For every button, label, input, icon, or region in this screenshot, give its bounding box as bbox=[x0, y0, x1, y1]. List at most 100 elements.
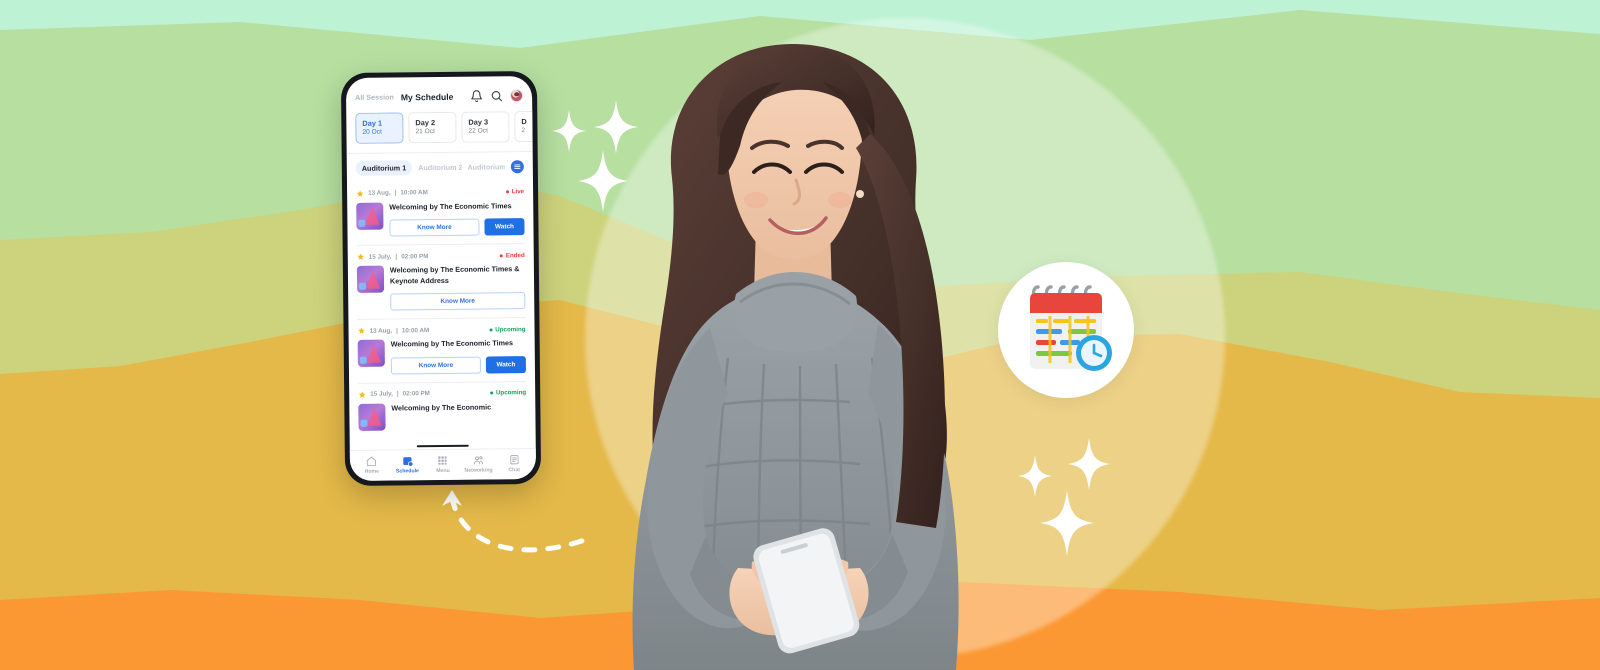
session-card[interactable]: 15 July, | 02:00 PM Ended Welcoming by T… bbox=[356, 244, 526, 321]
calendar-badge bbox=[998, 262, 1134, 398]
networking-people-icon bbox=[473, 455, 484, 466]
chat-icon bbox=[509, 454, 520, 465]
session-thumbnail bbox=[356, 265, 385, 294]
status-badge: Ended bbox=[499, 251, 525, 260]
status-label: Live bbox=[511, 188, 525, 196]
watch-button[interactable]: Watch bbox=[485, 355, 526, 374]
status-badge: Upcoming bbox=[489, 325, 526, 334]
session-date: 13 Aug, bbox=[368, 189, 391, 198]
calendar-schedule-icon bbox=[1030, 285, 1112, 371]
session-actions: Know More Watch bbox=[390, 355, 526, 375]
day-name: Day 1 bbox=[362, 118, 383, 128]
day-date: 22 Oct bbox=[468, 127, 488, 135]
session-meta-row: 15 July, | 02:00 PM Ended bbox=[357, 251, 525, 261]
nav-item-home[interactable]: Home bbox=[354, 456, 390, 475]
session-body: Welcoming by The Economic Times & Keynot… bbox=[356, 264, 526, 311]
tab-all-session[interactable]: All Session bbox=[355, 92, 394, 101]
day-card-2[interactable]: Day 2 21 Oct bbox=[408, 111, 457, 144]
session-list[interactable]: 13 Aug, | 10:00 AM Live Welcoming by The… bbox=[347, 181, 536, 443]
day-name: Day 2 bbox=[415, 118, 436, 128]
session-separator: | bbox=[396, 390, 399, 398]
day-selector[interactable]: Day 1 20 Oct Day 2 21 Oct Day 3 22 Oct D… bbox=[346, 111, 533, 144]
nav-label: Menu bbox=[436, 467, 450, 475]
schedule-icon bbox=[402, 455, 413, 467]
session-time: 02:00 PM bbox=[401, 252, 429, 261]
person-holding-phone bbox=[560, 28, 1030, 670]
status-dot bbox=[489, 391, 493, 395]
sparkle-icon bbox=[1068, 438, 1110, 490]
status-label: Ended bbox=[505, 251, 525, 260]
status-label: Upcoming bbox=[495, 389, 527, 397]
bottom-navigation: Home Schedule Menu Networking Chat bbox=[349, 448, 537, 481]
banner-stage: All Session My Schedule Day 1 20 Oct Day… bbox=[0, 0, 1600, 670]
status-badge: Upcoming bbox=[489, 389, 527, 397]
tab-my-schedule[interactable]: My Schedule bbox=[401, 91, 454, 102]
status-dot bbox=[489, 328, 493, 332]
phone-mockup: All Session My Schedule Day 1 20 Oct Day… bbox=[340, 70, 542, 487]
status-label: Upcoming bbox=[495, 325, 526, 334]
sparkle-icon bbox=[1040, 490, 1094, 556]
nav-label: Chat bbox=[508, 467, 520, 474]
session-card[interactable]: 13 Aug, | 10:00 AM Upcoming Welcoming by… bbox=[357, 318, 527, 384]
know-more-button[interactable]: Know More bbox=[390, 356, 481, 375]
nav-item-schedule[interactable]: Schedule bbox=[389, 455, 425, 474]
status-dot bbox=[505, 190, 509, 194]
session-time: 02:00 PM bbox=[402, 390, 430, 398]
session-body: Welcoming by The Economic Times Know Mor… bbox=[357, 338, 526, 375]
session-title: Welcoming by The Economic bbox=[391, 402, 492, 413]
day-date: 2 bbox=[521, 127, 526, 135]
session-card[interactable]: 15 July, | 02:00 PM Upcoming Welcoming b… bbox=[358, 382, 527, 439]
nav-label: Networking bbox=[464, 467, 493, 474]
day-date: 20 Oct bbox=[362, 128, 382, 136]
know-more-button[interactable]: Know More bbox=[390, 292, 526, 311]
session-actions: Know More bbox=[390, 292, 526, 311]
session-card[interactable]: 13 Aug, | 10:00 AM Live Welcoming by The… bbox=[355, 181, 525, 247]
session-separator: | bbox=[395, 253, 398, 261]
session-thumbnail bbox=[356, 202, 384, 230]
star-icon[interactable] bbox=[357, 253, 365, 261]
session-separator: | bbox=[396, 327, 398, 335]
nav-label: Schedule bbox=[395, 468, 419, 475]
search-icon[interactable] bbox=[490, 89, 503, 102]
session-title: Welcoming by The Economic Times bbox=[390, 338, 514, 349]
day-card-1[interactable]: Day 1 20 Oct bbox=[355, 112, 404, 144]
bell-icon[interactable] bbox=[470, 90, 483, 103]
session-body: Welcoming by The Economic Times Know Mor… bbox=[356, 201, 525, 237]
session-separator: | bbox=[394, 189, 397, 197]
session-time: 10:00 AM bbox=[401, 326, 430, 335]
session-title: Welcoming by The Economic Times & Keynot… bbox=[389, 264, 520, 286]
tab-auditorium-2[interactable]: Auditorium 2 bbox=[418, 163, 461, 172]
day-card-3[interactable]: Day 3 22 Oct bbox=[461, 111, 510, 143]
nav-item-networking[interactable]: Networking bbox=[461, 454, 497, 474]
session-date: 15 July, bbox=[370, 390, 393, 398]
status-dot bbox=[499, 254, 503, 258]
session-thumbnail bbox=[358, 403, 386, 431]
session-date: 15 July, bbox=[368, 253, 392, 261]
star-icon[interactable] bbox=[358, 327, 366, 335]
session-date: 13 Aug, bbox=[369, 327, 393, 335]
filter-list-icon[interactable] bbox=[510, 160, 524, 174]
grid-menu-icon bbox=[437, 455, 448, 466]
watch-button[interactable]: Watch bbox=[484, 218, 525, 236]
session-meta-row: 13 Aug, | 10:00 AM Upcoming bbox=[358, 325, 526, 335]
day-name: Day 3 bbox=[468, 117, 489, 127]
user-avatar[interactable] bbox=[510, 89, 524, 103]
home-icon bbox=[366, 456, 377, 467]
day-card-4[interactable]: D 2 bbox=[514, 111, 533, 143]
session-meta-row: 15 July, | 02:00 PM Upcoming bbox=[358, 389, 526, 399]
auditorium-tabs: Auditorium 1 Auditorium 2 Auditorium bbox=[347, 152, 533, 183]
session-time: 10:00 AM bbox=[400, 189, 428, 197]
session-title: Welcoming by The Economic Times bbox=[389, 201, 512, 212]
star-icon[interactable] bbox=[358, 390, 366, 398]
nav-item-chat[interactable]: Chat bbox=[496, 454, 532, 473]
know-more-button[interactable]: Know More bbox=[389, 218, 480, 237]
nav-item-menu[interactable]: Menu bbox=[425, 455, 461, 474]
session-actions: Know More Watch bbox=[389, 218, 525, 237]
tab-auditorium-3[interactable]: Auditorium bbox=[467, 162, 504, 171]
day-date: 21 Oct bbox=[415, 128, 435, 136]
nav-label: Home bbox=[364, 468, 380, 475]
phone-screen: All Session My Schedule Day 1 20 Oct Day… bbox=[345, 76, 537, 481]
tab-auditorium-1[interactable]: Auditorium 1 bbox=[355, 160, 413, 176]
star-icon[interactable] bbox=[356, 190, 364, 198]
session-body: Welcoming by The Economic bbox=[358, 402, 526, 431]
